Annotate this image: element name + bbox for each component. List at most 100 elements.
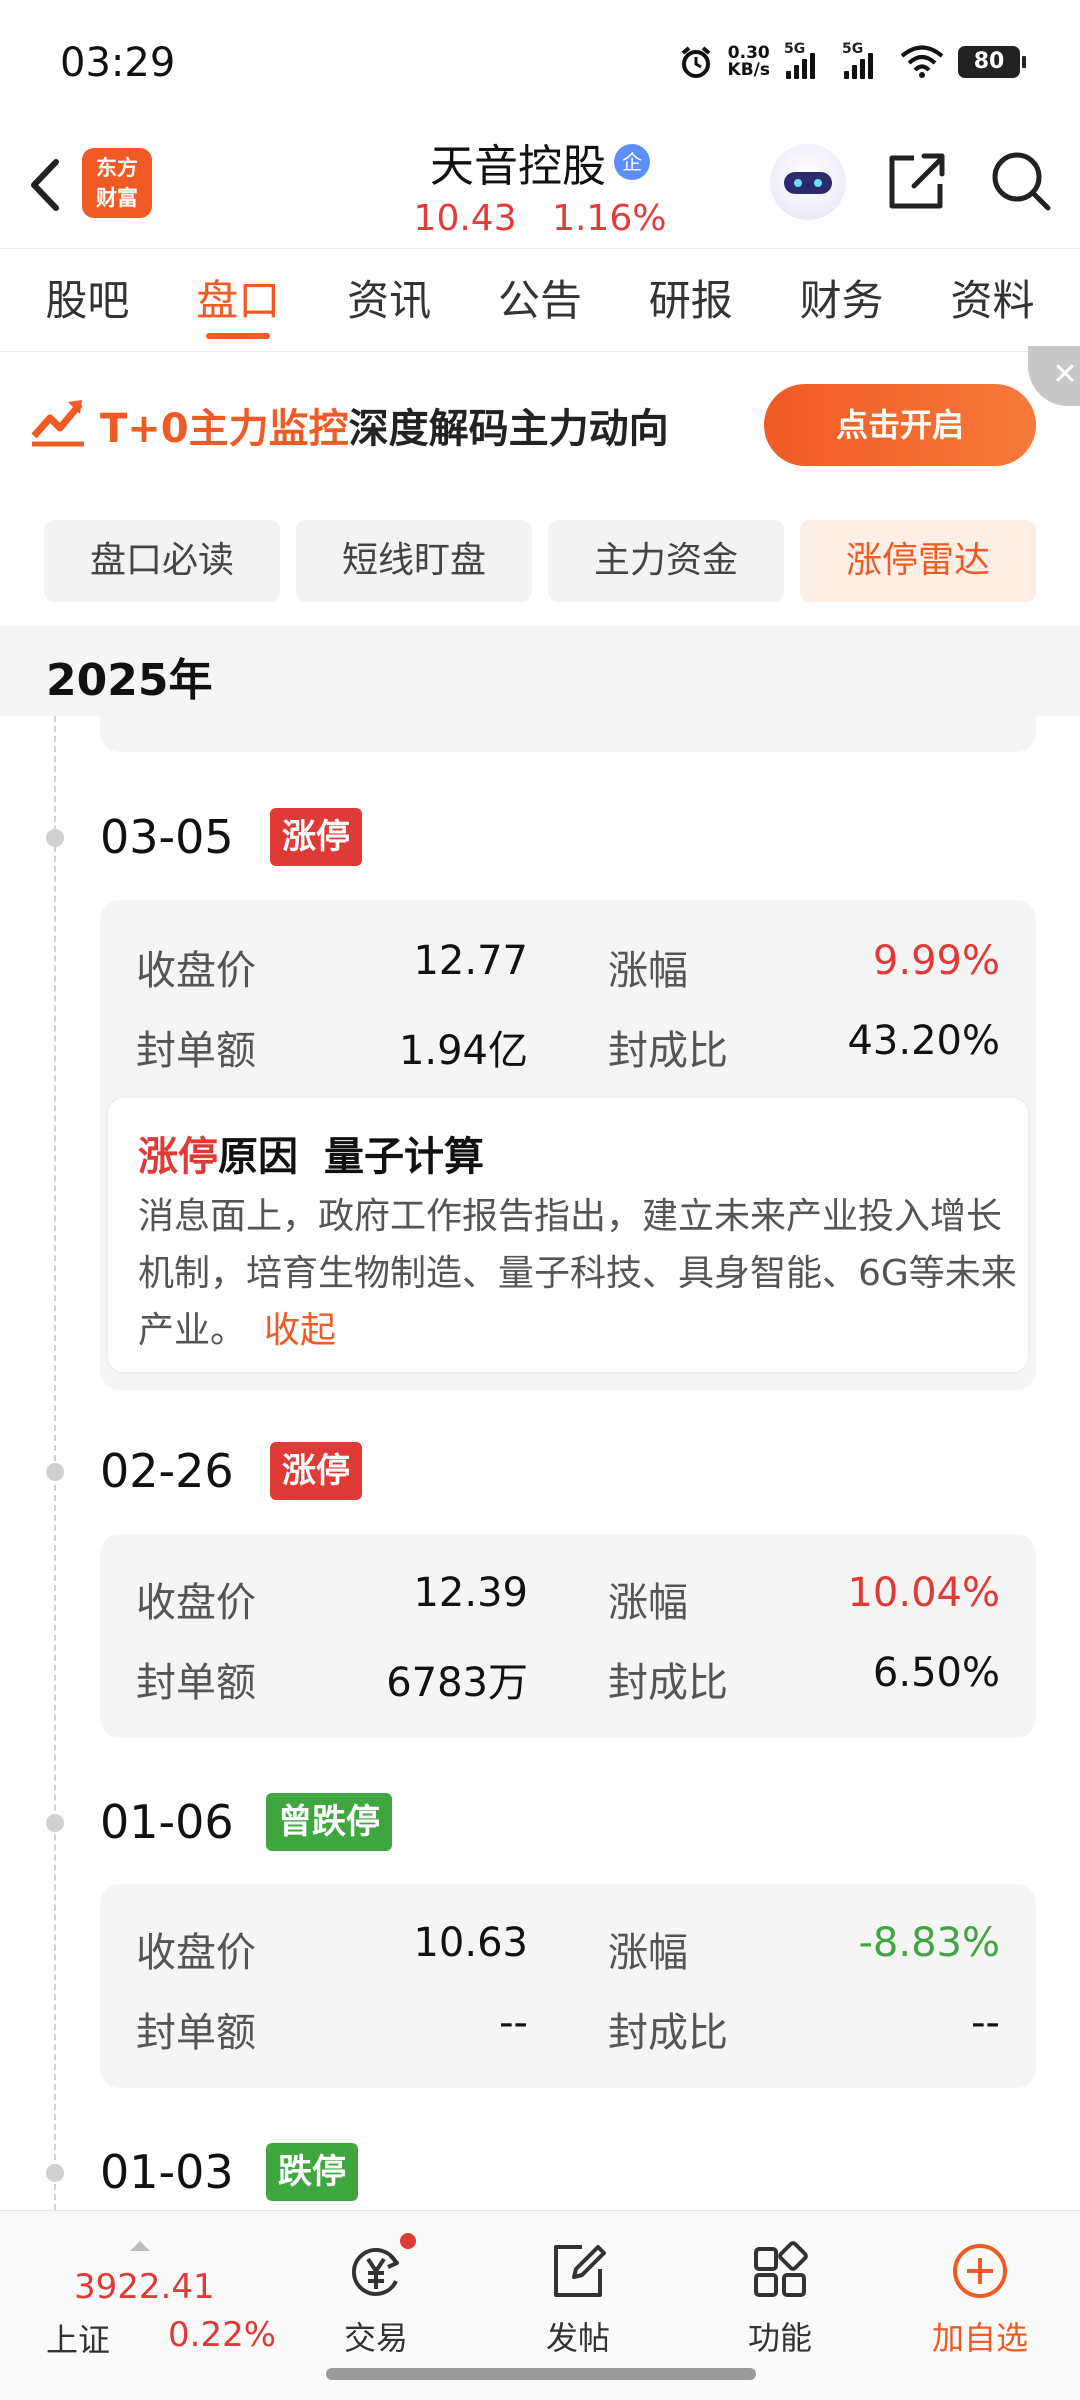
close-price-label: 收盘价: [136, 1930, 256, 1976]
limit-down-badge: 跌停: [266, 2143, 358, 2201]
grid-apps-icon: [754, 2241, 808, 2297]
seal-ratio-value: --: [971, 2000, 1000, 2046]
plus-circle-icon: [953, 2244, 1007, 2298]
tab-finance[interactable]: 财务: [800, 249, 884, 351]
network-speed: 0.30 KB/s: [727, 43, 770, 80]
limit-up-reason-box: 涨停原因 量子计算 消息面上，政府工作报告指出，建立未来产业投入增长机制，培育生物…: [106, 1096, 1030, 1374]
seal-ratio-label: 封成比: [608, 2010, 728, 2056]
status-time: 03:29: [60, 40, 176, 86]
stock-title-block: 天音控股 企 10.43 1.16%: [300, 130, 780, 239]
seal-ratio-value: 6.50%: [872, 1650, 1000, 1696]
tab-guba[interactable]: 股吧: [45, 249, 129, 351]
status-bar: 03:29 0.30 KB/s 5G 5G 80: [0, 0, 1080, 130]
battery-indicator: 80: [958, 46, 1026, 78]
change-value: 9.99%: [872, 938, 1000, 984]
expand-up-icon: [130, 2241, 150, 2251]
reason-text: 消息面上，政府工作报告指出，建立未来产业投入增长机制，培育生物制造、量子科技、具…: [138, 1196, 1017, 1351]
subtab-main-funds[interactable]: 主力资金: [548, 520, 784, 602]
notification-dot: [400, 2233, 416, 2249]
entry-date: 01-06: [100, 1795, 234, 1849]
limit-up-badge: 涨停: [270, 1442, 362, 1500]
change-label: 涨幅: [608, 948, 688, 994]
close-price-value: 12.39: [413, 1570, 528, 1616]
entry-date: 03-05: [100, 810, 234, 864]
tab-research[interactable]: 研报: [649, 249, 733, 351]
timeline-dot: [46, 1463, 64, 1481]
stock-price: 10.43: [413, 198, 517, 239]
entry-date: 01-03: [100, 2145, 234, 2199]
promo-banner[interactable]: T+0主力监控深度解码主力动向 点击开启 ✕: [0, 346, 1080, 492]
signal-icon: 5G: [842, 41, 886, 79]
seal-ratio-label: 封成比: [608, 1028, 728, 1074]
main-tabs: 股吧 盘口 资讯 公告 研报 财务 资料: [0, 248, 1080, 352]
index-name: 上证: [46, 2321, 111, 2359]
yuan-exchange-icon: [352, 2248, 399, 2296]
index-change: 0.22%: [168, 2315, 277, 2355]
seal-amount-value: --: [499, 2000, 528, 2046]
stock-name: 天音控股 企: [430, 130, 650, 194]
stock-change-pct: 1.16%: [552, 198, 667, 239]
tab-announcements[interactable]: 公告: [498, 249, 582, 351]
change-label: 涨幅: [608, 1580, 688, 1626]
shanghai-index-widget[interactable]: 3922.41 上证 0.22%: [40, 2233, 280, 2363]
subtab-must-read[interactable]: 盘口必读: [44, 520, 280, 602]
nav-functions[interactable]: 功能: [700, 2211, 860, 2391]
home-indicator[interactable]: [326, 2368, 756, 2380]
banner-open-button[interactable]: 点击开启: [764, 384, 1036, 466]
ai-assistant-robot-icon[interactable]: [770, 144, 846, 220]
change-value: -8.83%: [858, 1920, 1000, 1966]
banner-text: T+0主力监控深度解码主力动向: [100, 406, 669, 452]
subtab-short-term[interactable]: 短线盯盘: [296, 520, 532, 602]
year-header: 2025年: [0, 626, 1080, 716]
seal-ratio-value: 43.20%: [847, 1018, 1000, 1064]
tab-pankou[interactable]: 盘口: [196, 249, 280, 351]
timeline-dot: [46, 1814, 64, 1832]
reason-heading: 涨停原因 量子计算: [138, 1134, 484, 1180]
wifi-icon: [900, 45, 944, 78]
alarm-icon: [681, 46, 710, 78]
seal-amount-value: 1.94亿: [398, 1028, 528, 1074]
status-icons: 0.30 KB/s 5G 5G 80: [678, 41, 1026, 82]
search-icon[interactable]: [988, 148, 1054, 214]
entry-card: 收盘价 12.77 涨幅 9.99% 封单额 1.94亿 封成比 43.20% …: [100, 900, 1036, 1390]
entry-card: 收盘价 12.39 涨幅 10.04% 封单额 6783万 封成比 6.50%: [100, 1534, 1036, 1738]
close-price-value: 12.77: [413, 938, 528, 984]
change-label: 涨幅: [608, 1930, 688, 1976]
change-value: 10.04%: [847, 1570, 1000, 1616]
limit-up-badge: 涨停: [270, 808, 362, 866]
stock-price-line: 10.43 1.16%: [300, 198, 780, 239]
close-price-value: 10.63: [413, 1920, 528, 1966]
subtab-limit-up-radar[interactable]: 涨停雷达: [800, 520, 1036, 602]
back-arrow-icon[interactable]: [20, 150, 70, 220]
collapse-link[interactable]: 收起: [264, 1310, 336, 1351]
seal-amount-label: 封单额: [136, 2010, 256, 2056]
nav-add-watchlist[interactable]: 加自选: [900, 2211, 1060, 2391]
reason-topic: 量子计算: [324, 1134, 484, 1180]
timeline-dot: [46, 2164, 64, 2182]
seal-amount-value: 6783万: [386, 1660, 528, 1706]
stock-header: 东方 财富 天音控股 企 10.43 1.16%: [0, 130, 1080, 248]
nav-post[interactable]: 发帖: [498, 2211, 658, 2391]
year-label: 2025年: [46, 655, 213, 706]
seal-ratio-label: 封成比: [608, 1660, 728, 1706]
seal-amount-label: 封单额: [136, 1660, 256, 1706]
trend-chart-icon: [31, 400, 84, 447]
tab-news[interactable]: 资讯: [347, 249, 431, 351]
nav-trade[interactable]: 交易: [296, 2211, 456, 2391]
previous-card-edge: [100, 716, 1036, 752]
share-icon[interactable]: [884, 148, 950, 214]
tab-profile[interactable]: 资料: [950, 249, 1034, 351]
enterprise-badge-icon: 企: [614, 144, 650, 180]
edit-post-icon: [554, 2245, 606, 2297]
seal-amount-label: 封单额: [136, 1028, 256, 1074]
banner-close-icon[interactable]: ✕: [1028, 346, 1080, 406]
timeline-dot: [46, 829, 64, 847]
sub-tabs: 盘口必读 短线盯盘 主力资金 涨停雷达: [44, 520, 1036, 602]
close-price-label: 收盘价: [136, 1580, 256, 1626]
entry-date: 02-26: [100, 1444, 234, 1498]
index-value: 3922.41: [74, 2267, 215, 2307]
eastmoney-logo[interactable]: 东方 财富: [82, 148, 152, 218]
touched-limit-down-badge: 曾跌停: [266, 1793, 392, 1851]
close-price-label: 收盘价: [136, 948, 256, 994]
entry-card: 收盘价 10.63 涨幅 -8.83% 封单额 -- 封成比 --: [100, 1884, 1036, 2088]
